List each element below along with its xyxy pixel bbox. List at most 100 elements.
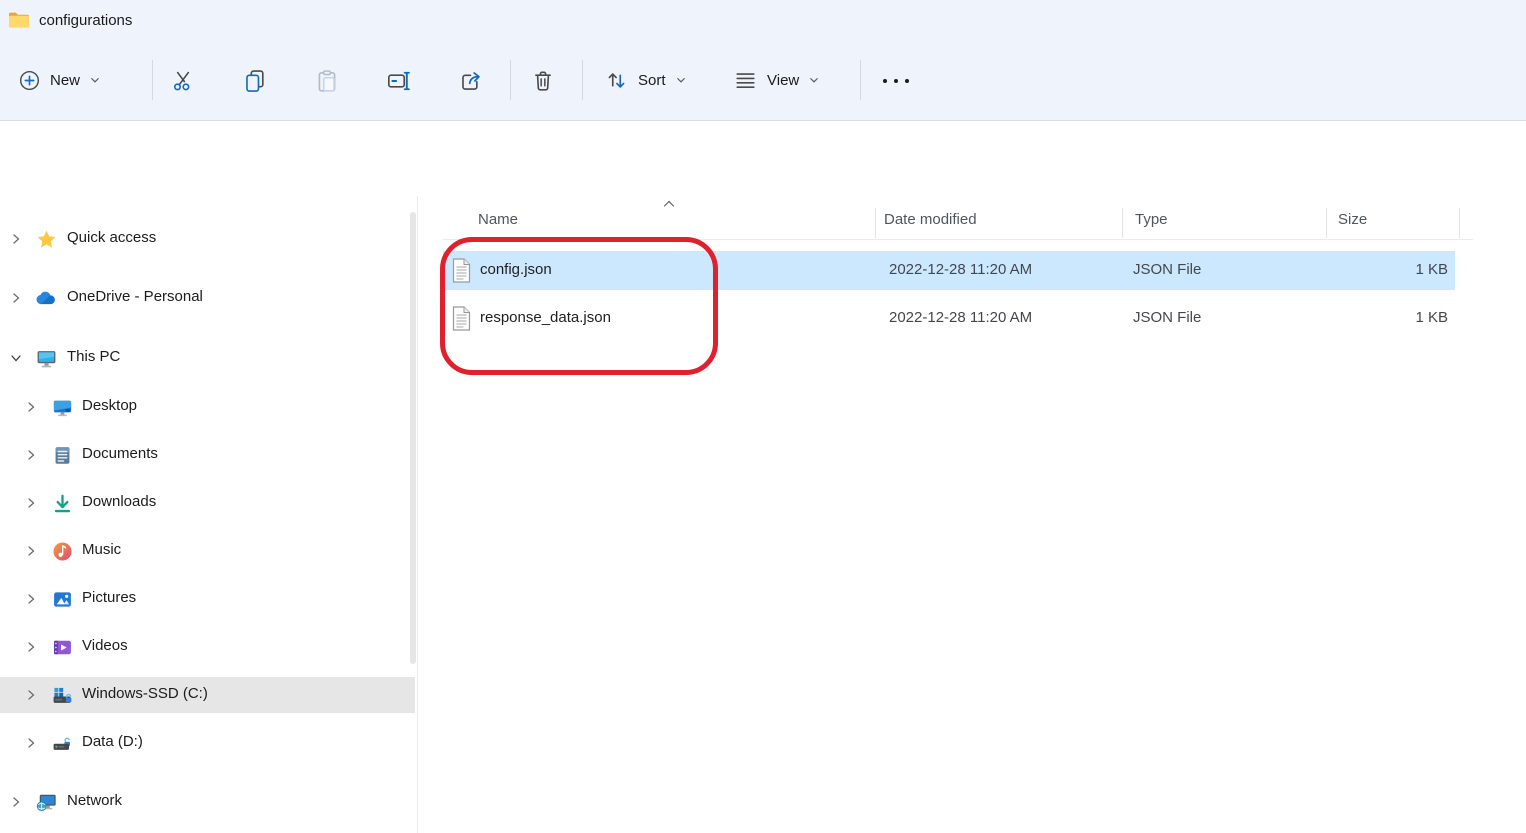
chevron-right-icon[interactable]	[25, 401, 37, 413]
chevron-right-icon[interactable]	[10, 292, 22, 304]
file-row-config-json[interactable]: config.json 2022-12-28 11:20 AM JSON Fil…	[443, 251, 1455, 290]
sidebar-item-label: Windows-SSD (C:)	[82, 685, 208, 702]
new-button[interactable]: New	[18, 40, 101, 120]
sidebar-item-data-d[interactable]: Data (D:)	[0, 725, 415, 761]
column-header-date-modified[interactable]: Date modified	[884, 211, 977, 228]
navigation-bar: This PC Windows-SSD (C:) ProgramData ePR…	[0, 121, 1526, 197]
file-size: 1 KB	[1288, 309, 1448, 326]
music-note-icon	[52, 541, 73, 562]
sidebar-scrollbar[interactable]	[410, 212, 416, 664]
toolbar-divider	[860, 60, 861, 100]
list-lines-icon	[733, 68, 758, 93]
file-name: config.json	[480, 261, 552, 278]
trash-icon	[530, 68, 556, 94]
column-header-row: Name Date modified Type Size	[418, 203, 1526, 239]
plus-circle-icon	[18, 69, 41, 92]
new-button-label: New	[50, 72, 80, 89]
sidebar-item-onedrive[interactable]: OneDrive - Personal	[0, 280, 415, 316]
document-file-icon	[452, 258, 471, 283]
sidebar-item-label: OneDrive - Personal	[67, 288, 203, 305]
downloads-arrow-icon	[52, 493, 73, 514]
delete-button[interactable]	[530, 68, 556, 94]
videos-icon	[52, 637, 73, 658]
more-options-button[interactable]	[880, 74, 912, 88]
file-size: 1 KB	[1288, 261, 1448, 278]
navigation-pane: Quick access OneDrive - Personal This PC	[0, 196, 417, 833]
file-row-response-data-json[interactable]: response_data.json 2022-12-28 11:20 AM J…	[443, 299, 1455, 338]
share-button[interactable]	[458, 68, 484, 94]
chevron-right-icon[interactable]	[25, 497, 37, 509]
cut-button[interactable]	[170, 68, 196, 94]
sort-button-label: Sort	[638, 72, 666, 89]
sort-button[interactable]: Sort	[604, 40, 687, 120]
header-separator	[443, 239, 1473, 240]
paste-icon	[314, 68, 340, 94]
sidebar-item-videos[interactable]: Videos	[0, 629, 415, 665]
column-divider[interactable]	[1122, 208, 1123, 238]
documents-icon	[52, 445, 73, 466]
file-date-modified: 2022-12-28 11:20 AM	[889, 309, 1032, 326]
file-date-modified: 2022-12-28 11:20 AM	[889, 261, 1032, 278]
sort-arrows-icon	[604, 68, 629, 93]
view-button[interactable]: View	[733, 40, 820, 120]
sidebar-item-label: Documents	[82, 445, 158, 462]
sidebar-item-quick-access[interactable]: Quick access	[0, 221, 415, 257]
column-header-name[interactable]: Name	[478, 211, 518, 228]
sidebar-item-documents[interactable]: Documents	[0, 437, 415, 473]
chevron-right-icon[interactable]	[25, 545, 37, 557]
rename-icon	[386, 68, 412, 94]
desktop-icon	[52, 397, 73, 418]
sidebar-item-desktop[interactable]: Desktop	[0, 389, 415, 425]
sidebar-item-network[interactable]: Network	[0, 784, 415, 820]
sidebar-item-this-pc[interactable]: This PC	[0, 340, 415, 376]
folder-icon	[8, 11, 30, 29]
chevron-right-icon[interactable]	[10, 796, 22, 808]
copy-icon	[242, 68, 268, 94]
chevron-right-icon[interactable]	[25, 593, 37, 605]
drive-icon	[52, 733, 74, 754]
chevron-down-icon[interactable]	[10, 352, 22, 364]
onedrive-cloud-icon	[36, 291, 58, 305]
scissors-icon	[170, 68, 196, 94]
sidebar-item-windows-ssd[interactable]: Windows-SSD (C:)	[0, 677, 415, 713]
sidebar-item-label: Downloads	[82, 493, 156, 510]
column-header-type[interactable]: Type	[1135, 211, 1168, 228]
sidebar-item-label: Quick access	[67, 229, 156, 246]
chevron-right-icon[interactable]	[25, 449, 37, 461]
rename-button[interactable]	[386, 68, 412, 94]
chevron-right-icon[interactable]	[25, 737, 37, 749]
chevron-right-icon[interactable]	[25, 689, 37, 701]
chevron-right-icon[interactable]	[10, 233, 22, 245]
file-list-pane: Name Date modified Type Size config.json…	[418, 196, 1526, 833]
network-icon	[36, 792, 59, 813]
sidebar-item-label: Network	[67, 792, 122, 809]
sort-ascending-indicator	[662, 199, 676, 209]
paste-button[interactable]	[314, 68, 340, 94]
ellipsis-icon	[880, 74, 912, 88]
pictures-icon	[52, 589, 73, 610]
column-divider[interactable]	[1459, 208, 1460, 238]
sidebar-item-label: Desktop	[82, 397, 137, 414]
column-divider[interactable]	[875, 208, 876, 238]
sidebar-item-downloads[interactable]: Downloads	[0, 485, 415, 521]
sidebar-item-label: Pictures	[82, 589, 136, 606]
windows-drive-icon	[52, 685, 74, 706]
copy-button[interactable]	[242, 68, 268, 94]
command-toolbar: New	[0, 40, 1526, 121]
file-type: JSON File	[1133, 309, 1201, 326]
toolbar-divider	[152, 60, 153, 100]
share-icon	[458, 68, 484, 94]
column-divider[interactable]	[1326, 208, 1327, 238]
chevron-right-icon[interactable]	[25, 641, 37, 653]
sidebar-item-label: Music	[82, 541, 121, 558]
star-icon	[36, 229, 57, 250]
this-pc-monitor-icon	[36, 348, 57, 369]
file-name: response_data.json	[480, 309, 611, 326]
chevron-down-icon	[89, 74, 101, 86]
chevron-down-icon	[808, 74, 820, 86]
document-file-icon	[452, 306, 471, 331]
column-header-size[interactable]: Size	[1338, 211, 1367, 228]
sidebar-item-pictures[interactable]: Pictures	[0, 581, 415, 617]
toolbar-divider	[510, 60, 511, 100]
sidebar-item-music[interactable]: Music	[0, 533, 415, 569]
